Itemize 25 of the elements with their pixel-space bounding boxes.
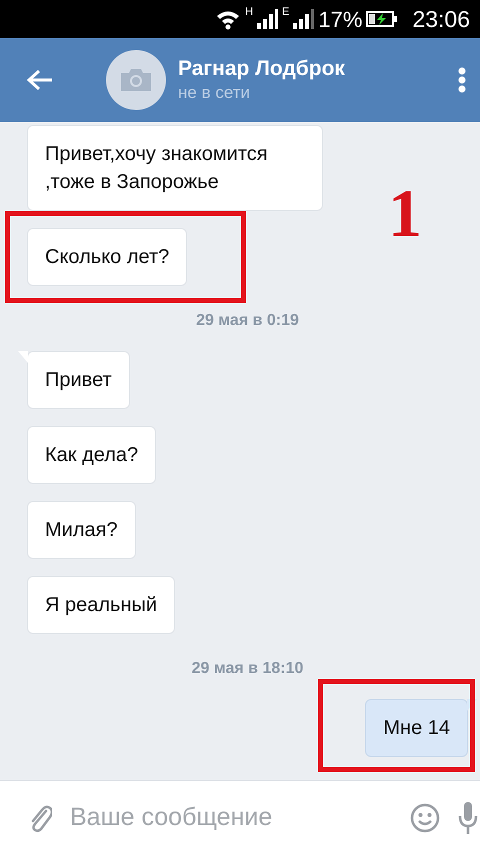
message-bubble: Я реальный <box>27 576 176 634</box>
microphone-icon[interactable] <box>458 802 478 834</box>
battery-percent: 17% <box>318 6 362 34</box>
date-separator: 29 мая в 18:10 <box>190 659 304 679</box>
message-composer[interactable]: Ваше сообщение <box>0 780 480 854</box>
message-bubble: Мне 14 <box>365 699 468 757</box>
signal-icon <box>293 9 314 29</box>
more-menu-icon[interactable] <box>458 67 466 93</box>
contact-status: не в сети <box>178 82 251 104</box>
message-bubble: Привет,хочу знакомится ,тоже в Запорожье <box>27 125 323 211</box>
status-time: 23:06 <box>412 4 470 34</box>
back-arrow-icon[interactable] <box>26 69 54 91</box>
message-bubble: Привет <box>27 351 130 409</box>
contact-name: Рагнар Лодброк <box>178 56 346 82</box>
camera-icon <box>121 69 151 91</box>
network-type-label: E <box>282 5 290 20</box>
message-bubble: Сколько лет? <box>27 228 188 286</box>
message-input[interactable]: Ваше сообщение <box>70 798 392 836</box>
message-bubble: Милая? <box>27 501 136 559</box>
signal-icon <box>257 9 278 29</box>
network-type-label: H <box>245 5 254 20</box>
message-bubble: Как дела? <box>27 426 156 484</box>
date-separator: 29 мая в 0:19 <box>195 311 300 331</box>
smiley-icon[interactable] <box>410 802 440 832</box>
annotation-number: 1 <box>388 178 422 248</box>
